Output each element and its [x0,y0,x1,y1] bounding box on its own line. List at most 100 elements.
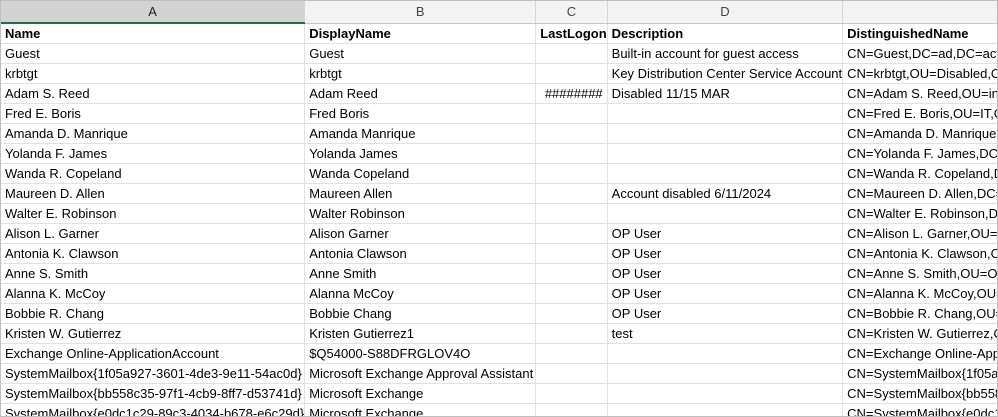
cell-table[interactable]: A B C D E F G H I Name DisplayName LastL… [1,1,997,416]
cell-display-name[interactable]: Amanda Manrique [304,123,537,144]
cell-display-name[interactable]: Yolanda James [304,143,537,164]
cell-last-logon[interactable] [535,143,608,164]
cell-distinguished-name[interactable]: CN=SystemMailbox{e0dc1c29-89c3-4034-b678… [842,403,997,416]
cell-name[interactable]: Yolanda F. James [1,143,306,164]
cell-display-name[interactable]: Guest [304,43,537,64]
cell-name[interactable]: Alison L. Garner [1,223,306,244]
cell-name[interactable]: Bobbie R. Chang [1,303,306,324]
cell-distinguished-name[interactable]: CN=Exchange Online-ApplicationAccount,DC… [842,343,997,364]
header-cell-display-name[interactable]: DisplayName [304,23,537,44]
cell-distinguished-name[interactable]: CN=SystemMailbox{bb558c35-97f1-4cb9-8ff7… [842,383,997,404]
header-cell-last-logon[interactable]: LastLogon [535,23,608,44]
cell-last-logon[interactable] [535,263,608,284]
cell-description[interactable] [607,363,844,384]
cell-name[interactable]: Antonia K. Clawson [1,243,306,264]
column-header-a[interactable]: A [1,1,306,24]
cell-distinguished-name[interactable]: CN=Amanda D. Manrique,OU=IT,OU=ADPRO Use… [842,123,997,144]
cell-last-logon[interactable] [535,283,608,304]
cell-display-name[interactable]: Microsoft Exchange Approval Assistant [304,363,537,384]
cell-description[interactable]: OP User [607,223,844,244]
cell-name[interactable]: Fred E. Boris [1,103,306,124]
cell-last-logon[interactable] [535,363,608,384]
cell-distinguished-name[interactable]: CN=Maureen D. Allen,DC=ad,DC=activedirec… [842,183,997,204]
cell-description[interactable]: Built-in account for guest access [607,43,844,64]
cell-name[interactable]: Kristen W. Gutierrez [1,323,306,344]
cell-name[interactable]: SystemMailbox{1f05a927-3601-4de3-9e11-54… [1,363,306,384]
cell-distinguished-name[interactable]: CN=Guest,DC=ad,DC=activedirectorypro,DC=… [842,43,997,64]
cell-last-logon[interactable] [535,103,608,124]
cell-description[interactable]: OP User [607,243,844,264]
cell-display-name[interactable]: Microsoft Exchange [304,403,537,416]
cell-last-logon[interactable] [535,403,608,416]
cell-description[interactable]: Key Distribution Center Service Account [607,63,844,84]
cell-display-name[interactable]: Alison Garner [304,223,537,244]
spreadsheet-grid[interactable]: A B C D E F G H I Name DisplayName LastL… [0,0,998,417]
cell-name[interactable]: Walter E. Robinson [1,203,306,224]
cell-description[interactable] [607,123,844,144]
cell-distinguished-name[interactable]: CN=krbtgt,OU=Disabled,OU=ADPRO Users,DC=… [842,63,997,84]
cell-description[interactable]: OP User [607,263,844,284]
cell-description[interactable]: test [607,323,844,344]
cell-last-logon[interactable] [535,243,608,264]
cell-description[interactable] [607,203,844,224]
cell-distinguished-name[interactable]: CN=Adam S. Reed,OU=inactive2,OU=ADPRO Us… [842,83,997,104]
cell-distinguished-name[interactable]: CN=Wanda R. Copeland,DC=ad,DC=activedire… [842,163,997,184]
cell-distinguished-name[interactable]: CN=Anne S. Smith,OU=Operations,OU=ADPRO … [842,263,997,284]
cell-last-logon[interactable] [535,323,608,344]
column-header-d[interactable]: D [607,1,844,24]
cell-description[interactable] [607,403,844,416]
cell-display-name[interactable]: Maureen Allen [304,183,537,204]
cell-distinguished-name[interactable]: CN=Yolanda F. James,DC=ad,DC=activedirec… [842,143,997,164]
cell-name[interactable]: Wanda R. Copeland [1,163,306,184]
cell-description[interactable] [607,343,844,364]
cell-last-logon[interactable] [535,223,608,244]
cell-last-logon[interactable] [535,383,608,404]
cell-name[interactable]: Adam S. Reed [1,83,306,104]
cell-display-name[interactable]: Wanda Copeland [304,163,537,184]
cell-distinguished-name[interactable]: CN=Walter E. Robinson,DC=ad,DC=activedir… [842,203,997,224]
cell-last-logon[interactable] [535,43,608,64]
cell-display-name[interactable]: Fred Boris [304,103,537,124]
cell-name[interactable]: krbtgt [1,63,306,84]
cell-distinguished-name[interactable]: CN=Kristen W. Gutierrez,OU=Legal,OU=ADPR… [842,323,997,344]
cell-display-name[interactable]: Anne Smith [304,263,537,284]
cell-display-name[interactable]: Adam Reed [304,83,537,104]
cell-distinguished-name[interactable]: CN=Fred E. Boris,OU=IT,OU=ADPRO Users,DC… [842,103,997,124]
cell-description[interactable] [607,143,844,164]
cell-display-name[interactable]: Antonia Clawson [304,243,537,264]
cell-description[interactable]: Account disabled 6/11/2024 [607,183,844,204]
cell-description[interactable] [607,163,844,184]
header-cell-name[interactable]: Name [1,23,306,44]
cell-last-logon[interactable]: ######## [535,83,608,104]
cell-last-logon[interactable] [535,63,608,84]
cell-display-name[interactable]: Kristen Gutierrez1 [304,323,537,344]
cell-display-name[interactable]: krbtgt [304,63,537,84]
cell-distinguished-name[interactable]: CN=Alanna K. McCoy,OU=Operations,OU=ADPR… [842,283,997,304]
cell-last-logon[interactable] [535,183,608,204]
cell-last-logon[interactable] [535,163,608,184]
cell-description[interactable]: Disabled 11/15 MAR [607,83,844,104]
cell-name[interactable]: SystemMailbox{bb558c35-97f1-4cb9-8ff7-d5… [1,383,306,404]
cell-display-name[interactable]: Microsoft Exchange [304,383,537,404]
header-cell-distinguished-name[interactable]: DistinguishedName [842,23,997,44]
cell-last-logon[interactable] [535,203,608,224]
cell-description[interactable]: OP User [607,303,844,324]
cell-distinguished-name[interactable]: CN=SystemMailbox{1f05a927-3601-4de3-9e11… [842,363,997,384]
cell-display-name[interactable]: Walter Robinson [304,203,537,224]
cell-last-logon[interactable] [535,303,608,324]
cell-description[interactable] [607,103,844,124]
cell-name[interactable]: Guest [1,43,306,64]
cell-display-name[interactable]: Alanna McCoy [304,283,537,304]
cell-last-logon[interactable] [535,123,608,144]
cell-name[interactable]: Alanna K. McCoy [1,283,306,304]
cell-name[interactable]: Amanda D. Manrique [1,123,306,144]
cell-last-logon[interactable] [535,343,608,364]
header-cell-description[interactable]: Description [607,23,844,44]
cell-description[interactable] [607,383,844,404]
cell-name[interactable]: SystemMailbox{e0dc1c29-89c3-4034-b678-e6… [1,403,306,416]
cell-description[interactable]: OP User [607,283,844,304]
cell-name[interactable]: Maureen D. Allen [1,183,306,204]
cell-distinguished-name[interactable]: CN=Antonia K. Clawson,OU=Operations,OU=A… [842,243,997,264]
cell-name[interactable]: Anne S. Smith [1,263,306,284]
column-header-c[interactable]: C [535,1,608,24]
